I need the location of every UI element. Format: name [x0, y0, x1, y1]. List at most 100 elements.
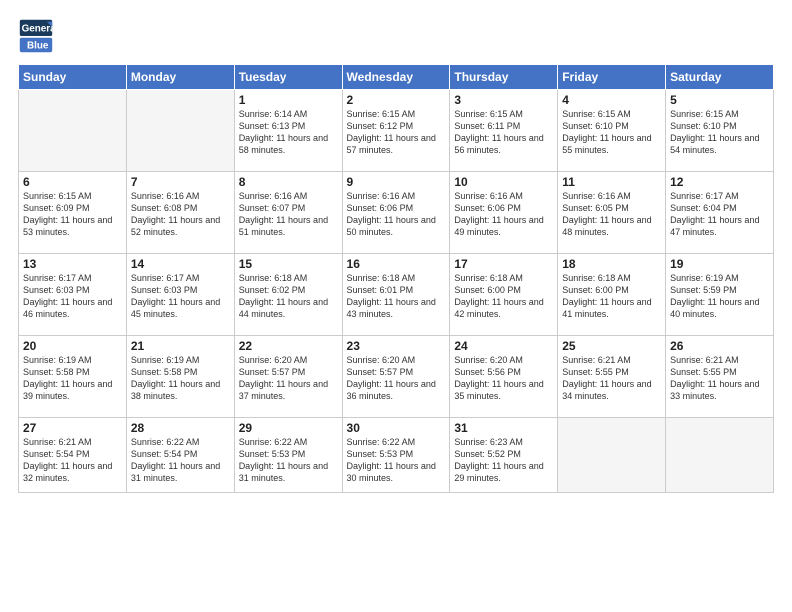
calendar-day-cell: 25Sunrise: 6:21 AM Sunset: 5:55 PM Dayli… [558, 336, 666, 418]
day-number: 22 [239, 339, 338, 353]
calendar-day-cell: 3Sunrise: 6:15 AM Sunset: 6:11 PM Daylig… [450, 90, 558, 172]
day-info: Sunrise: 6:16 AM Sunset: 6:06 PM Dayligh… [347, 190, 446, 239]
calendar-week-row: 20 Sunrise: 6:19 AM Sunset: 5:58 PM Dayli… [19, 336, 774, 418]
calendar-day-cell: 22Sunrise: 6:20 AM Sunset: 5:57 PM Dayli… [234, 336, 342, 418]
day-number: 10 [454, 175, 553, 189]
calendar-day-cell: 30Sunrise: 6:22 AM Sunset: 5:53 PM Dayli… [342, 418, 450, 493]
calendar-day-cell: 9Sunrise: 6:16 AM Sunset: 6:06 PM Daylig… [342, 172, 450, 254]
calendar-day-cell [126, 90, 234, 172]
calendar-day-cell: 20Sunrise: 6:19 AM Sunset: 5:58 PM Dayli… [19, 336, 127, 418]
day-info: Sunrise: 6:22 AM Sunset: 5:53 PM Dayligh… [347, 436, 446, 485]
day-number: 6 [23, 175, 122, 189]
calendar-day-cell: 16Sunrise: 6:18 AM Sunset: 6:01 PM Dayli… [342, 254, 450, 336]
day-info: Sunrise: 6:18 AM Sunset: 6:02 PM Dayligh… [239, 272, 338, 321]
day-number: 2 [347, 93, 446, 107]
day-number: 16 [347, 257, 446, 271]
calendar-day-cell [666, 418, 774, 493]
calendar-weekday-tuesday: Tuesday [234, 65, 342, 90]
calendar-day-cell: 4Sunrise: 6:15 AM Sunset: 6:10 PM Daylig… [558, 90, 666, 172]
day-info: Sunrise: 6:15 AM Sunset: 6:12 PM Dayligh… [347, 108, 446, 157]
day-info: Sunrise: 6:19 AM Sunset: 5:59 PM Dayligh… [670, 272, 769, 321]
day-info: Sunrise: 6:22 AM Sunset: 5:54 PM Dayligh… [131, 436, 230, 485]
day-number: 28 [131, 421, 230, 435]
calendar-day-cell: 31Sunrise: 6:23 AM Sunset: 5:52 PM Dayli… [450, 418, 558, 493]
day-number: 5 [670, 93, 769, 107]
logo-icon: General Blue [18, 18, 54, 54]
day-info: Sunrise: 6:21 AM Sunset: 5:54 PM Dayligh… [23, 436, 122, 485]
calendar-weekday-saturday: Saturday [666, 65, 774, 90]
calendar-day-cell: 17Sunrise: 6:18 AM Sunset: 6:00 PM Dayli… [450, 254, 558, 336]
day-info: Sunrise: 6:15 AM Sunset: 6:09 PM Dayligh… [23, 190, 122, 239]
day-number: 7 [131, 175, 230, 189]
day-number: 26 [670, 339, 769, 353]
calendar-week-row: 1Sunrise: 6:14 AM Sunset: 6:13 PM Daylig… [19, 90, 774, 172]
day-info: Sunrise: 6:15 AM Sunset: 6:10 PM Dayligh… [670, 108, 769, 157]
calendar-day-cell: 23Sunrise: 6:20 AM Sunset: 5:57 PM Dayli… [342, 336, 450, 418]
day-number: 11 [562, 175, 661, 189]
calendar-day-cell: 28Sunrise: 6:22 AM Sunset: 5:54 PM Dayli… [126, 418, 234, 493]
day-number: 8 [239, 175, 338, 189]
day-info: Sunrise: 6:17 AM Sunset: 6:03 PM Dayligh… [131, 272, 230, 321]
logo: General Blue [18, 18, 58, 54]
day-number: 20 [23, 339, 122, 353]
calendar-day-cell: 5Sunrise: 6:15 AM Sunset: 6:10 PM Daylig… [666, 90, 774, 172]
day-info: Sunrise: 6:17 AM Sunset: 6:04 PM Dayligh… [670, 190, 769, 239]
day-number: 30 [347, 421, 446, 435]
day-number: 17 [454, 257, 553, 271]
day-number: 25 [562, 339, 661, 353]
day-number: 4 [562, 93, 661, 107]
calendar-day-cell: 11Sunrise: 6:16 AM Sunset: 6:05 PM Dayli… [558, 172, 666, 254]
calendar-day-cell: 7Sunrise: 6:16 AM Sunset: 6:08 PM Daylig… [126, 172, 234, 254]
day-info: Sunrise: 6:18 AM Sunset: 6:00 PM Dayligh… [454, 272, 553, 321]
day-info: Sunrise: 6:15 AM Sunset: 6:11 PM Dayligh… [454, 108, 553, 157]
day-number: 31 [454, 421, 553, 435]
calendar-day-cell: 12Sunrise: 6:17 AM Sunset: 6:04 PM Dayli… [666, 172, 774, 254]
calendar-week-row: 6Sunrise: 6:15 AM Sunset: 6:09 PM Daylig… [19, 172, 774, 254]
svg-text:Blue: Blue [27, 41, 49, 52]
calendar-weekday-wednesday: Wednesday [342, 65, 450, 90]
calendar-weekday-monday: Monday [126, 65, 234, 90]
day-info: Sunrise: 6:15 AM Sunset: 6:10 PM Dayligh… [562, 108, 661, 157]
calendar-day-cell: 27Sunrise: 6:21 AM Sunset: 5:54 PM Dayli… [19, 418, 127, 493]
calendar-week-row: 27Sunrise: 6:21 AM Sunset: 5:54 PM Dayli… [19, 418, 774, 493]
day-number: 3 [454, 93, 553, 107]
day-number: 13 [23, 257, 122, 271]
calendar-table: SundayMondayTuesdayWednesdayThursdayFrid… [18, 64, 774, 493]
day-number: 19 [670, 257, 769, 271]
day-info: Sunrise: 6:16 AM Sunset: 6:06 PM Dayligh… [454, 190, 553, 239]
day-number: 1 [239, 93, 338, 107]
day-number: 24 [454, 339, 553, 353]
day-info: Sunrise: 6:22 AM Sunset: 5:53 PM Dayligh… [239, 436, 338, 485]
day-info: Sunrise: 6:18 AM Sunset: 6:00 PM Dayligh… [562, 272, 661, 321]
calendar-header-row: SundayMondayTuesdayWednesdayThursdayFrid… [19, 65, 774, 90]
day-info: Sunrise: 6:20 AM Sunset: 5:57 PM Dayligh… [347, 354, 446, 403]
calendar-day-cell: 2Sunrise: 6:15 AM Sunset: 6:12 PM Daylig… [342, 90, 450, 172]
calendar-day-cell [19, 90, 127, 172]
day-info: Sunrise: 6:17 AM Sunset: 6:03 PM Dayligh… [23, 272, 122, 321]
calendar-day-cell: 26Sunrise: 6:21 AM Sunset: 5:55 PM Dayli… [666, 336, 774, 418]
day-info: Sunrise: 6:21 AM Sunset: 5:55 PM Dayligh… [562, 354, 661, 403]
day-number: 29 [239, 421, 338, 435]
calendar-weekday-thursday: Thursday [450, 65, 558, 90]
day-info: Sunrise: 6:14 AM Sunset: 6:13 PM Dayligh… [239, 108, 338, 157]
day-number: 18 [562, 257, 661, 271]
calendar-day-cell: 8Sunrise: 6:16 AM Sunset: 6:07 PM Daylig… [234, 172, 342, 254]
day-info: Sunrise: 6:20 AM Sunset: 5:57 PM Dayligh… [239, 354, 338, 403]
day-info: Sunrise: 6:23 AM Sunset: 5:52 PM Dayligh… [454, 436, 553, 485]
calendar-day-cell: 13Sunrise: 6:17 AM Sunset: 6:03 PM Dayli… [19, 254, 127, 336]
calendar-day-cell: 6Sunrise: 6:15 AM Sunset: 6:09 PM Daylig… [19, 172, 127, 254]
header: General Blue [18, 18, 774, 54]
day-number: 21 [131, 339, 230, 353]
day-info: Sunrise: 6:21 AM Sunset: 5:55 PM Dayligh… [670, 354, 769, 403]
calendar-day-cell [558, 418, 666, 493]
day-number: 23 [347, 339, 446, 353]
day-info: Sunrise: 6:19 AM Sunset: 5:58 PM Dayligh… [131, 354, 230, 403]
calendar-day-cell: 29Sunrise: 6:22 AM Sunset: 5:53 PM Dayli… [234, 418, 342, 493]
day-info: Sunrise: 6:16 AM Sunset: 6:08 PM Dayligh… [131, 190, 230, 239]
calendar-week-row: 13Sunrise: 6:17 AM Sunset: 6:03 PM Dayli… [19, 254, 774, 336]
calendar-day-cell: 1Sunrise: 6:14 AM Sunset: 6:13 PM Daylig… [234, 90, 342, 172]
svg-text:General: General [22, 24, 54, 35]
calendar-day-cell: 18Sunrise: 6:18 AM Sunset: 6:00 PM Dayli… [558, 254, 666, 336]
calendar-weekday-friday: Friday [558, 65, 666, 90]
calendar-day-cell: 21Sunrise: 6:19 AM Sunset: 5:58 PM Dayli… [126, 336, 234, 418]
